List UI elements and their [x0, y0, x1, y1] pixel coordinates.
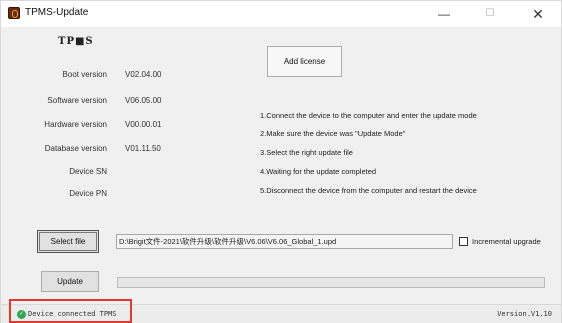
window-title: TPMS-Update: [25, 7, 89, 18]
incremental-upgrade-label[interactable]: Incremental upgrade: [472, 237, 541, 246]
database-version-value: V01.11.50: [125, 144, 161, 153]
instruction-step: 4.Waiting for the update completed: [260, 167, 377, 176]
select-file-button[interactable]: Select file: [37, 230, 99, 253]
update-window: TPMS-Update — ☐ ✕ TP■S Boot version V02.…: [0, 0, 562, 323]
app-icon: [8, 7, 20, 19]
add-license-button[interactable]: Add license: [267, 46, 342, 77]
software-version-value: V06.05.00: [125, 96, 162, 105]
instruction-step: 2.Make sure the device was "Update Mode": [260, 129, 406, 138]
update-progress-bar: [117, 277, 545, 288]
hardware-version-label: Hardware version: [44, 120, 107, 129]
instruction-step: 1.Connect the device to the computer and…: [260, 111, 477, 120]
tpms-logo: TP■S: [58, 36, 94, 47]
database-version-label: Database version: [44, 144, 107, 153]
update-button[interactable]: Update: [41, 271, 99, 292]
minimize-button[interactable]: —: [421, 1, 467, 27]
check-circle-icon: ✓: [17, 310, 26, 319]
app-version: Version.V1.10: [497, 310, 552, 318]
instruction-step: 3.Select the right update file: [260, 148, 353, 157]
instruction-step: 5.Disconnect the device from the compute…: [260, 186, 477, 195]
close-button[interactable]: ✕: [515, 1, 561, 27]
connection-status: Device connected TPMS: [28, 310, 117, 318]
software-version-label: Software version: [47, 96, 107, 105]
device-pn-label: Device PN: [69, 189, 107, 198]
boot-version-value: V02.04.00: [125, 70, 162, 79]
hardware-version-value: V00.00.01: [125, 120, 162, 129]
maximize-button[interactable]: ☐: [467, 1, 513, 27]
incremental-upgrade-checkbox[interactable]: [459, 237, 468, 246]
title-bar: TPMS-Update — ☐ ✕: [1, 1, 561, 27]
boot-version-label: Boot version: [62, 70, 107, 79]
file-path-field[interactable]: D:\Brigit文件-2021\软件升级\软件升级\V6.06\V6.06_G…: [116, 234, 453, 249]
device-sn-label: Device SN: [69, 167, 107, 176]
